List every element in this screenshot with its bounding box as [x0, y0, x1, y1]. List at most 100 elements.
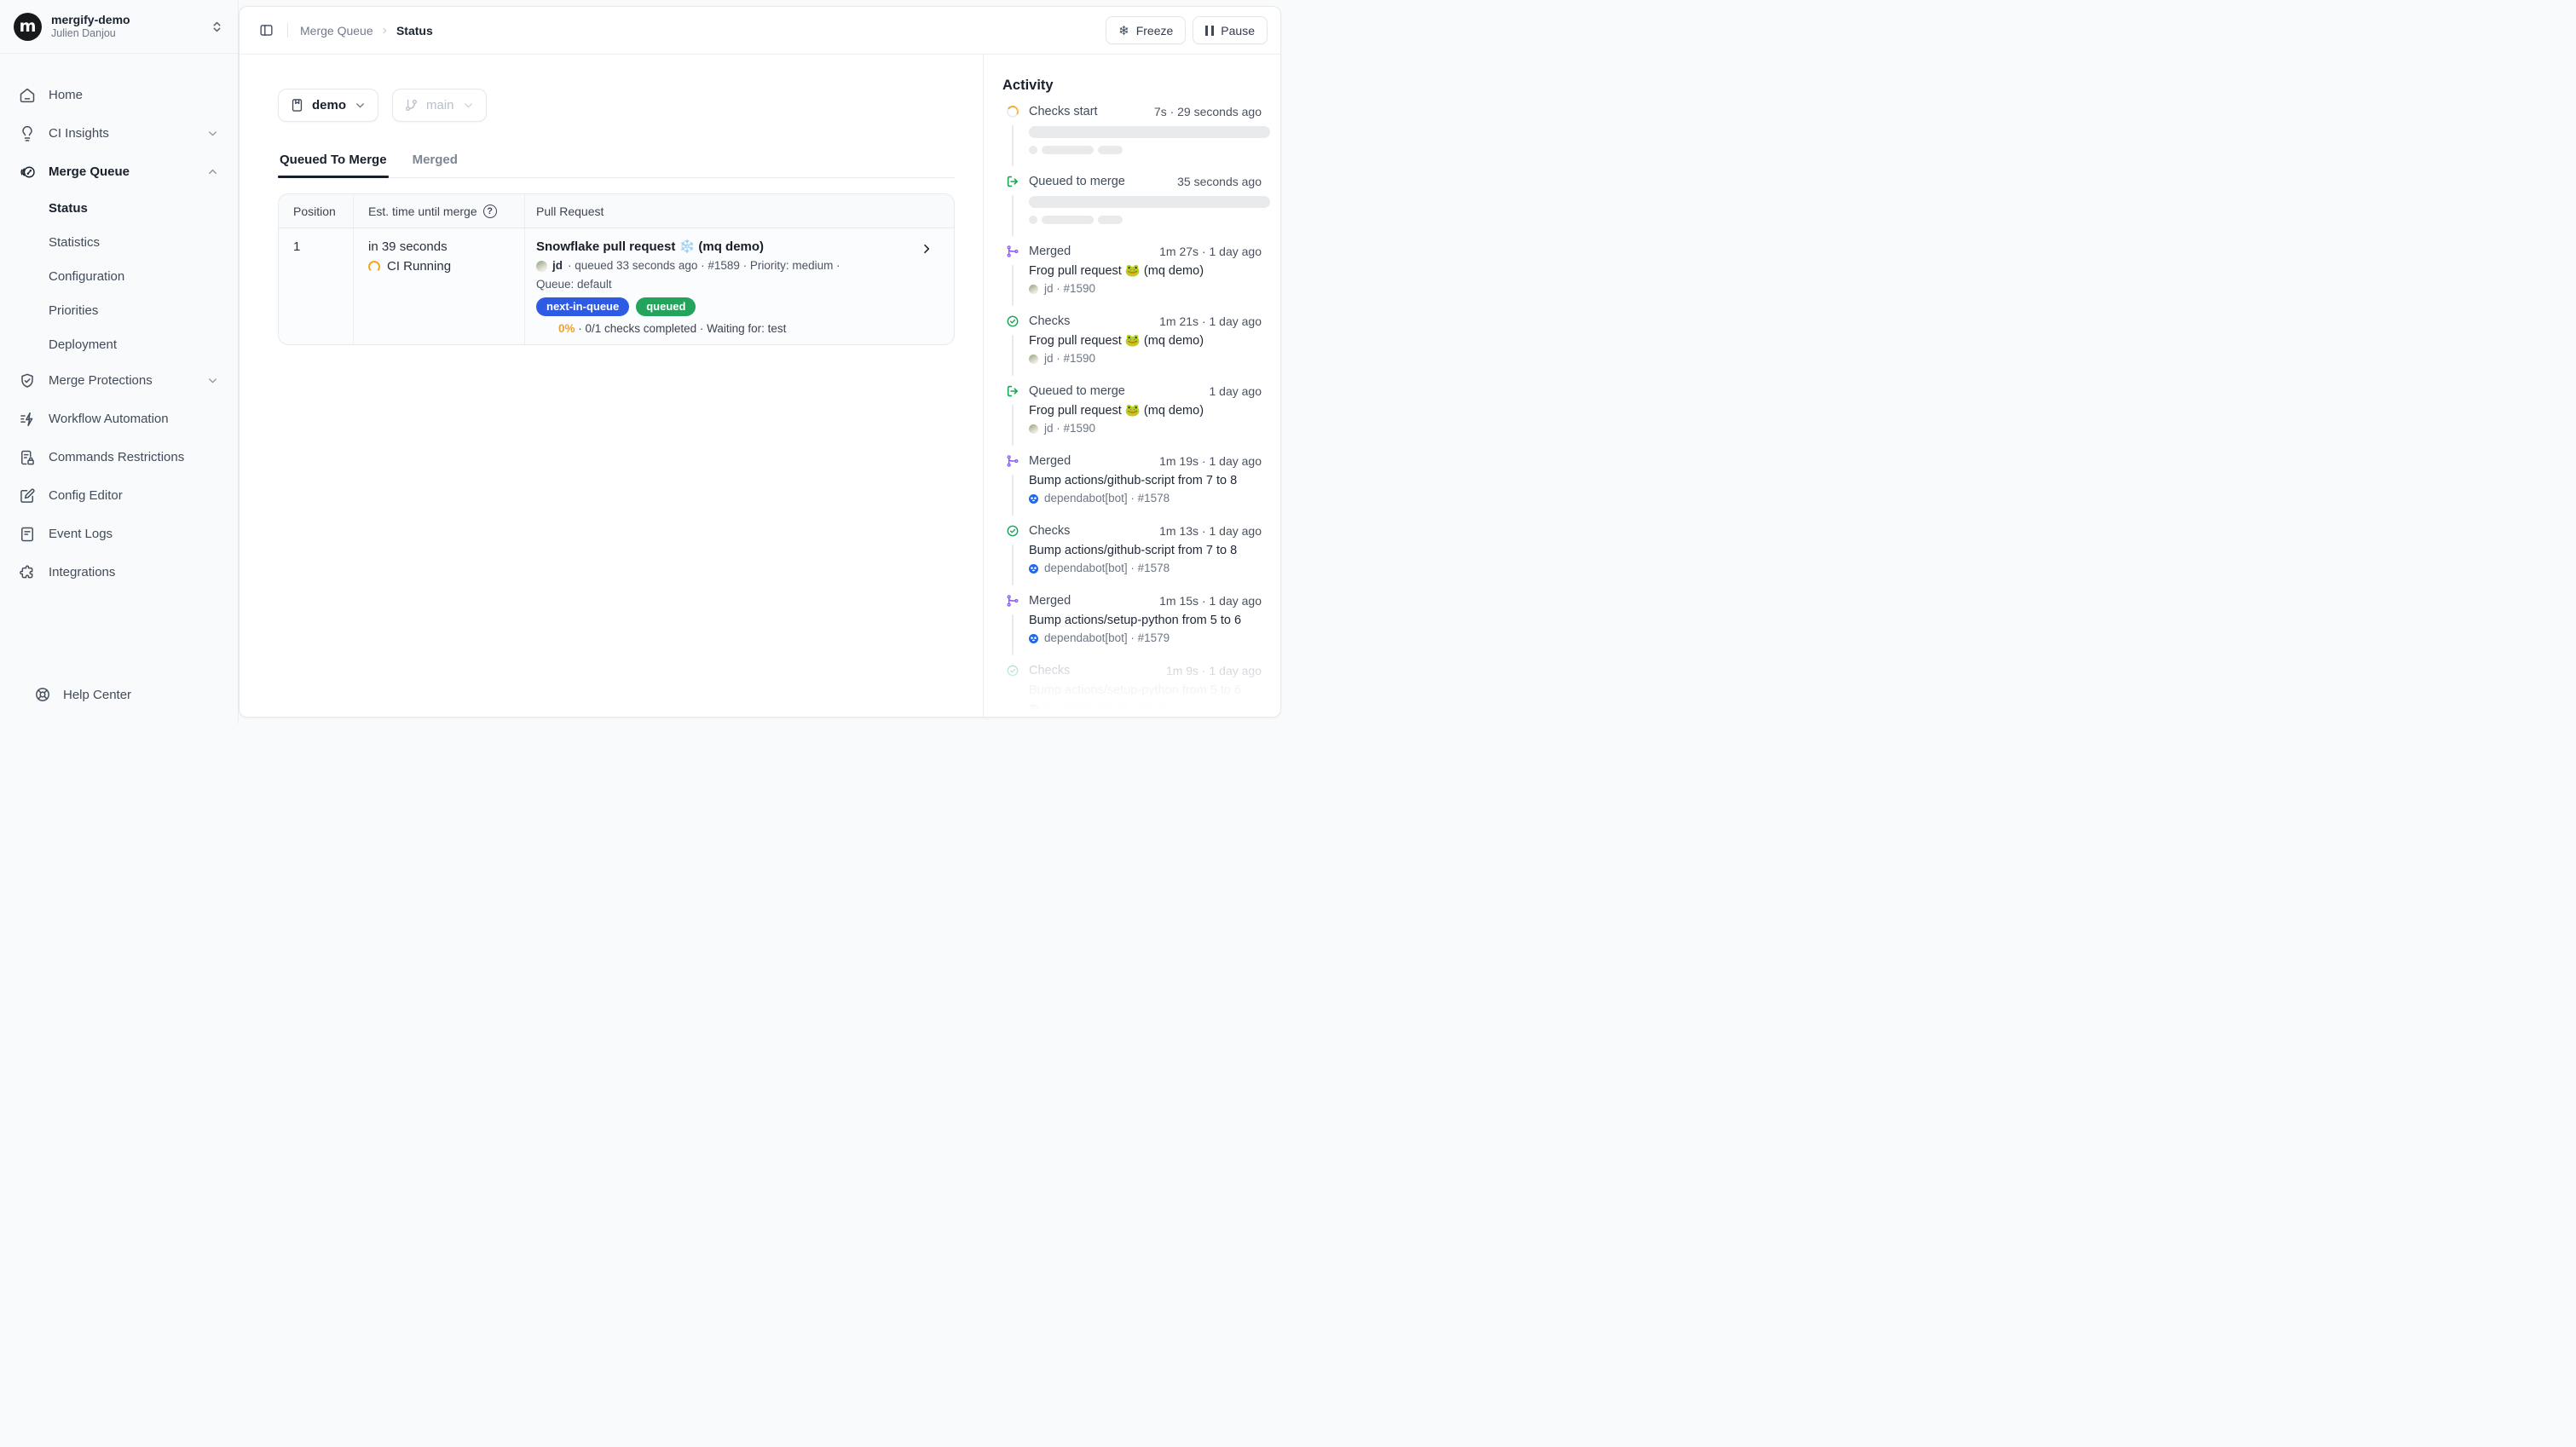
- sidebar-item-priorities[interactable]: Priorities: [12, 293, 226, 327]
- tab-merged[interactable]: Merged: [411, 145, 459, 177]
- queue-tabs: Queued To Merge Merged: [278, 145, 955, 178]
- main-card: Merge Queue Status Freeze Pause: [239, 6, 1281, 718]
- activity-event-time: 1m 15s · 1 day ago: [1159, 592, 1262, 609]
- repository-select-value: demo: [312, 98, 346, 112]
- author-avatar: [1029, 355, 1038, 364]
- activity-author-line: dependabot[bot] · #1578: [1029, 491, 1262, 506]
- activity-author-line: jd · #1590: [1029, 421, 1262, 436]
- activity-event-time: 35 seconds ago: [1177, 173, 1262, 190]
- queue-table-header: Position Est. time until merge ? Pull Re…: [279, 194, 954, 228]
- sidebar-item-configuration[interactable]: Configuration: [12, 259, 226, 293]
- checks-progress: 0%: [558, 322, 575, 335]
- sidebar-item-status[interactable]: Status: [12, 191, 226, 225]
- activity-pr-title[interactable]: Frog pull request 🐸 (mq demo): [1029, 262, 1262, 280]
- activity-pr-title[interactable]: Frog pull request 🐸 (mq demo): [1029, 402, 1262, 419]
- sidebar-item-label: Status: [49, 201, 88, 216]
- activity-author-line: jd · #1590: [1029, 351, 1262, 366]
- git-merge-icon: [1006, 594, 1019, 608]
- column-header-eta: Est. time until merge ?: [354, 194, 525, 228]
- pr-title[interactable]: Snowflake pull request ❄️ (mq demo): [536, 238, 940, 257]
- activity-pr-title[interactable]: Bump actions/setup-python from 5 to 6: [1029, 682, 1262, 699]
- activity-event-title: Checks: [1029, 313, 1070, 330]
- sidebar-item-statistics[interactable]: Statistics: [12, 225, 226, 259]
- activity-author-text: dependabot[bot] · #1579: [1044, 700, 1170, 716]
- activity-item-merged-2: Merged1m 27s · 1 day agoFrog pull reques…: [1002, 243, 1262, 313]
- repository-select[interactable]: demo: [278, 89, 378, 122]
- sidebar: m mergify-demo Julien Danjou HomeCI Insi…: [0, 0, 239, 724]
- skeleton-piece: [1029, 216, 1037, 224]
- activity-item-merged-7: Merged 1m 15s · 1 day ago Bump actions/set…: [1002, 592, 1262, 662]
- activity-pr-title[interactable]: Frog pull request 🐸 (mq demo): [1029, 332, 1262, 349]
- skeleton-bar: [1029, 196, 1270, 208]
- activity-event-title: Merged: [1029, 453, 1071, 470]
- pr-labels: next-in-queuequeued: [536, 297, 940, 316]
- sidebar-item-ci-insights[interactable]: CI Insights: [12, 114, 226, 153]
- sidebar-item-label: Merge Queue: [49, 164, 130, 179]
- account-subtitle: Julien Danjou: [51, 27, 130, 40]
- timeline-connector: [1012, 335, 1014, 376]
- dependabot-avatar: [1029, 704, 1038, 713]
- branch-select-value: main: [426, 98, 454, 112]
- sidebar-item-deployment[interactable]: Deployment: [12, 327, 226, 361]
- timeline-connector: [1012, 125, 1014, 166]
- sidebar-item-workflow-automation[interactable]: Workflow Automation: [12, 400, 226, 438]
- queue-table-row[interactable]: 1 in 39 seconds CI Running Snowflake pul…: [279, 228, 954, 344]
- timeline-connector: [1012, 195, 1014, 236]
- sidebar-item-commands-restrictions[interactable]: Commands Restrictions: [12, 438, 226, 476]
- pause-button[interactable]: Pause: [1193, 16, 1268, 44]
- freeze-button[interactable]: Freeze: [1106, 16, 1186, 44]
- ci-running-spinner-icon: [368, 261, 380, 273]
- tab-queued-to-merge[interactable]: Queued To Merge: [278, 145, 389, 177]
- log-out-icon: [1006, 384, 1019, 398]
- account-switcher[interactable]: m mergify-demo Julien Danjou: [0, 0, 238, 54]
- activity-pr-title[interactable]: Bump actions/github-script from 7 to 8: [1029, 472, 1262, 489]
- sidebar-toggle-button[interactable]: [253, 18, 279, 43]
- activity-item-queued-to-merge-4: Queued to merge1 day agoFrog pull reques…: [1002, 383, 1262, 453]
- git-merge-icon: [1006, 454, 1019, 468]
- activity-author-line: jd · #1590: [1029, 281, 1262, 297]
- position-cell: 1: [279, 228, 354, 344]
- ci-status: CI Running: [387, 257, 451, 276]
- breadcrumb-parent[interactable]: Merge Queue: [300, 24, 373, 37]
- activity-title: Activity: [1002, 77, 1262, 94]
- sidebar-item-help-center[interactable]: Help Center: [34, 677, 238, 712]
- activity-event-title: Merged: [1029, 592, 1071, 609]
- activity-pr-title[interactable]: Bump actions/github-script from 7 to 8: [1029, 542, 1262, 559]
- column-header-pull-request: Pull Request: [525, 194, 954, 228]
- sidebar-item-event-logs[interactable]: Event Logs: [12, 515, 226, 553]
- sidebar-item-label: Merge Protections: [49, 373, 153, 388]
- activity-event-title: Checks: [1029, 522, 1070, 539]
- pr-meta-text: · queued 33 seconds ago · #1589 · Priori…: [568, 257, 840, 275]
- timeline-connector: [1012, 405, 1014, 446]
- sidebar-item-home[interactable]: Home: [12, 76, 226, 114]
- circle-check-icon: [1006, 314, 1019, 328]
- sidebar-item-config-editor[interactable]: Config Editor: [12, 476, 226, 515]
- activity-author-line: dependabot[bot] · #1578: [1029, 561, 1262, 576]
- activity-panel: Activity Checks start7s · 29 seconds ago…: [983, 55, 1280, 717]
- sidebar-item-merge-protections[interactable]: Merge Protections: [12, 361, 226, 400]
- activity-event-title: Checks: [1029, 662, 1070, 679]
- account-name: mergify-demo: [51, 13, 130, 26]
- activity-event-title: Merged: [1029, 243, 1071, 260]
- sidebar-item-merge-queue[interactable]: Merge Queue: [12, 153, 226, 191]
- activity-event-title: Queued to merge: [1029, 383, 1125, 400]
- checks-text: · 0/1 checks completed · Waiting for: te…: [578, 322, 786, 335]
- branch-select[interactable]: main: [392, 89, 487, 122]
- pause-button-label: Pause: [1221, 24, 1255, 37]
- activity-item-checks-8: Checks 1m 9s · 1 day ago Bump actions/setu…: [1002, 662, 1262, 717]
- sidebar-item-integrations[interactable]: Integrations: [12, 553, 226, 591]
- page-header: Merge Queue Status Freeze Pause: [240, 7, 1280, 55]
- pr-author: jd: [552, 257, 563, 275]
- circle-check-icon: [1006, 664, 1019, 677]
- repository-icon: [290, 98, 304, 112]
- activity-author-text: jd · #1590: [1044, 421, 1095, 436]
- help-circle-icon[interactable]: ?: [483, 205, 497, 218]
- activity-item-checks-3: Checks1m 21s · 1 day agoFrog pull reques…: [1002, 313, 1262, 383]
- activity-event-title: Queued to merge: [1029, 173, 1125, 190]
- home-icon: [19, 87, 37, 104]
- log-out-icon: [1006, 175, 1019, 188]
- activity-author-line: dependabot[bot] · #1579: [1029, 700, 1262, 716]
- activity-event-time: 1m 9s · 1 day ago: [1166, 662, 1262, 679]
- row-chevron-right-icon[interactable]: [920, 242, 933, 256]
- activity-pr-title[interactable]: Bump actions/setup-python from 5 to 6: [1029, 612, 1262, 629]
